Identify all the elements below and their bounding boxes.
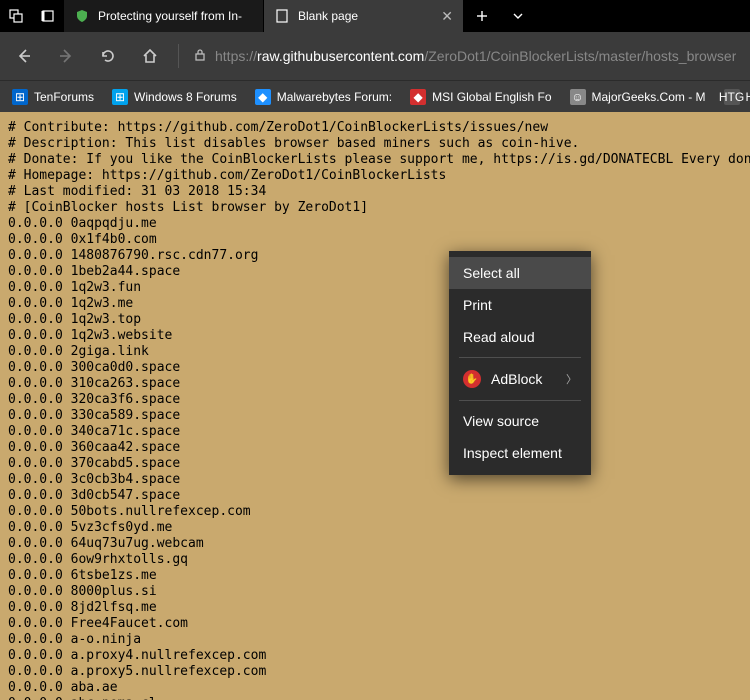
separator — [178, 44, 179, 68]
adblock-icon: ✋ — [463, 370, 481, 388]
context-menu-item[interactable]: Read aloud — [449, 321, 591, 353]
window-cascade-icon[interactable] — [0, 0, 32, 32]
bookmark-item[interactable]: ⊞ TenForums — [4, 83, 102, 111]
bookmarks-bar: ⊞ TenForums ⊞ Windows 8 Forums ◆ Malwarebytes… — [0, 80, 750, 112]
menu-item-label: AdBlock — [491, 371, 542, 387]
bookmark-item[interactable]: ◆ Malwarebytes Forum: — [247, 83, 400, 111]
bookmark-item[interactable]: ⊞ Windows 8 Forums — [104, 83, 245, 111]
tab-0[interactable]: Protecting yourself from In- — [64, 0, 264, 32]
tab-title: Blank page — [298, 9, 433, 23]
bookmark-item[interactable]: ◆ MSI Global English Fo — [402, 83, 559, 111]
menu-item-label: Select all — [463, 265, 520, 281]
shield-icon — [74, 8, 90, 24]
bookmark-label: How-T — [746, 90, 750, 104]
context-menu-item[interactable]: ✋ AdBlock 〉 — [449, 362, 591, 396]
navbar: https://raw.githubusercontent.com/ZeroDo… — [0, 32, 750, 80]
address-bar[interactable]: https://raw.githubusercontent.com/ZeroDo… — [189, 48, 744, 65]
menu-item-label: Print — [463, 297, 492, 313]
bookmark-icon: ⊞ — [12, 89, 28, 105]
menu-item-label: Read aloud — [463, 329, 535, 345]
context-menu-item[interactable]: Print — [449, 289, 591, 321]
bookmark-item[interactable]: HTG How-T — [716, 83, 750, 111]
tab-title: Protecting yourself from In- — [98, 9, 253, 23]
page-content[interactable]: # Contribute: https://github.com/ZeroDot… — [0, 112, 750, 700]
bookmark-label: Malwarebytes Forum: — [277, 90, 392, 104]
lock-icon — [193, 48, 207, 65]
bookmark-icon: ◆ — [410, 89, 426, 105]
bookmark-icon: ☺ — [570, 89, 586, 105]
bookmark-item[interactable]: ☺ MajorGeeks.Com - M — [562, 83, 714, 111]
bookmark-label: Windows 8 Forums — [134, 90, 237, 104]
bookmark-label: MSI Global English Fo — [432, 90, 551, 104]
context-menu-item[interactable]: Inspect element — [449, 437, 591, 469]
tab-chevron-icon[interactable] — [500, 0, 536, 32]
bookmark-icon: ⊞ — [112, 89, 128, 105]
forward-button[interactable] — [48, 38, 84, 74]
menu-separator — [459, 400, 581, 401]
page-icon — [274, 8, 290, 24]
tab-1[interactable]: Blank page ✕ — [264, 0, 464, 32]
menu-separator — [459, 357, 581, 358]
context-menu-item[interactable]: View source — [449, 405, 591, 437]
refresh-button[interactable] — [90, 38, 126, 74]
set-aside-icon[interactable] — [32, 0, 64, 32]
close-icon[interactable]: ✕ — [441, 8, 453, 25]
menu-item-label: View source — [463, 413, 539, 429]
back-button[interactable] — [6, 38, 42, 74]
context-menu: Select all Print Read aloud ✋ AdBlock 〉 View s… — [449, 251, 591, 475]
new-tab-button[interactable] — [464, 0, 500, 32]
home-button[interactable] — [132, 38, 168, 74]
tab-strip: Protecting yourself from In- Blank page … — [64, 0, 464, 32]
chevron-right-icon: 〉 — [566, 371, 577, 387]
menu-item-label: Inspect element — [463, 445, 562, 461]
bookmark-icon: HTG — [724, 89, 740, 105]
titlebar: Protecting yourself from In- Blank page … — [0, 0, 750, 32]
bookmark-label: TenForums — [34, 90, 94, 104]
url-text: https://raw.githubusercontent.com/ZeroDo… — [215, 48, 736, 64]
context-menu-item[interactable]: Select all — [449, 257, 591, 289]
bookmark-label: MajorGeeks.Com - M — [592, 90, 706, 104]
bookmark-icon: ◆ — [255, 89, 271, 105]
